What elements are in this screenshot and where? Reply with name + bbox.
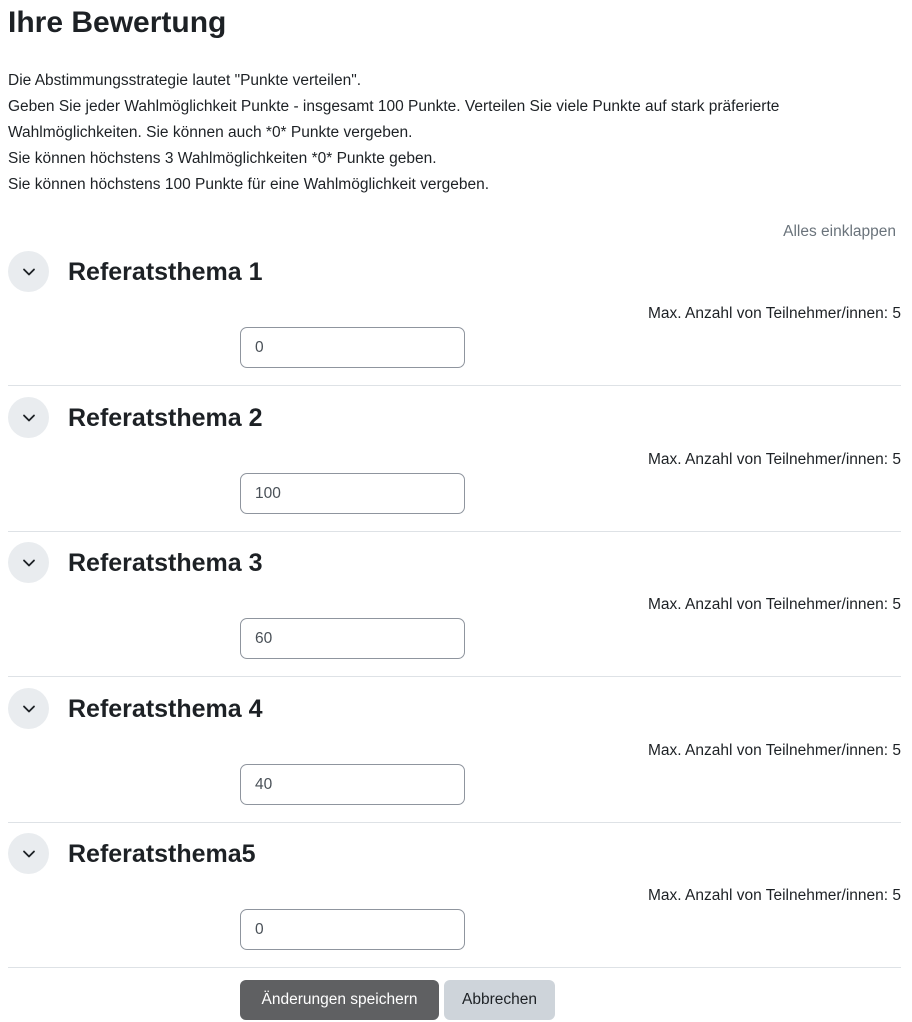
max-participants-value: 5 (892, 887, 901, 904)
chevron-down-icon (22, 414, 35, 421)
section-toggle-button[interactable] (8, 833, 49, 874)
instruction-line: Die Abstimmungsstrategie lautet "Punkte … (8, 72, 362, 89)
max-participants-value: 5 (892, 596, 901, 613)
points-input[interactable] (240, 764, 465, 805)
choice-section-2: Referatsthema 2 Max. Anzahl von Teilnehm… (8, 397, 901, 532)
instruction-line: Geben Sie jeder Wahlmöglichkeit Punkte -… (8, 98, 780, 115)
rating-instructions: Die Abstimmungsstrategie lautet "Punkte … (8, 68, 903, 198)
instruction-line: Sie können höchstens 3 Wahlmöglichkeiten… (8, 150, 437, 167)
section-title: Referatsthema 2 (68, 404, 263, 432)
choice-section-3: Referatsthema 3 Max. Anzahl von Teilnehm… (8, 542, 901, 677)
choice-section-4: Referatsthema 4 Max. Anzahl von Teilnehm… (8, 688, 901, 823)
max-participants-label: Max. Anzahl von Teilnehmer/innen: (647, 596, 889, 613)
cancel-button[interactable]: Abbrechen (444, 980, 555, 1020)
max-participants-value: 5 (892, 742, 901, 759)
collapse-all-link[interactable]: Alles einklappen (783, 220, 896, 244)
instruction-line: Wahlmöglichkeiten. Sie können auch *0* P… (8, 124, 413, 141)
section-title: Referatsthema 3 (68, 549, 263, 577)
section-toggle-button[interactable] (8, 251, 49, 292)
max-participants-info: Max. Anzahl von Teilnehmer/innen: 5 (648, 594, 901, 616)
points-input[interactable] (240, 909, 465, 950)
max-participants-info: Max. Anzahl von Teilnehmer/innen: 5 (648, 449, 901, 471)
instruction-line: Sie können höchstens 100 Punkte für eine… (8, 176, 490, 193)
page-title: Ihre Bewertung (8, 6, 227, 39)
max-participants-label: Max. Anzahl von Teilnehmer/innen: (647, 742, 889, 759)
save-changes-button[interactable]: Änderungen speichern (240, 980, 439, 1020)
section-toggle-button[interactable] (8, 542, 49, 583)
points-input[interactable] (240, 473, 465, 514)
chevron-down-icon (22, 705, 35, 712)
max-participants-label: Max. Anzahl von Teilnehmer/innen: (647, 305, 889, 322)
max-participants-value: 5 (892, 305, 901, 322)
max-participants-value: 5 (892, 451, 901, 468)
max-participants-info: Max. Anzahl von Teilnehmer/innen: 5 (648, 885, 901, 907)
section-title: Referatsthema5 (68, 840, 256, 868)
section-toggle-button[interactable] (8, 397, 49, 438)
points-input[interactable] (240, 618, 465, 659)
chevron-down-icon (22, 559, 35, 566)
section-title: Referatsthema 1 (68, 258, 263, 286)
choice-section-1: Referatsthema 1 Max. Anzahl von Teilnehm… (8, 251, 901, 386)
section-toggle-button[interactable] (8, 688, 49, 729)
max-participants-label: Max. Anzahl von Teilnehmer/innen: (647, 451, 889, 468)
max-participants-info: Max. Anzahl von Teilnehmer/innen: 5 (648, 303, 901, 325)
max-participants-label: Max. Anzahl von Teilnehmer/innen: (647, 887, 889, 904)
chevron-down-icon (22, 850, 35, 857)
section-title: Referatsthema 4 (68, 695, 263, 723)
max-participants-info: Max. Anzahl von Teilnehmer/innen: 5 (648, 740, 901, 762)
choice-section-5: Referatsthema5 Max. Anzahl von Teilnehme… (8, 833, 901, 968)
chevron-down-icon (22, 268, 35, 275)
points-input[interactable] (240, 327, 465, 368)
